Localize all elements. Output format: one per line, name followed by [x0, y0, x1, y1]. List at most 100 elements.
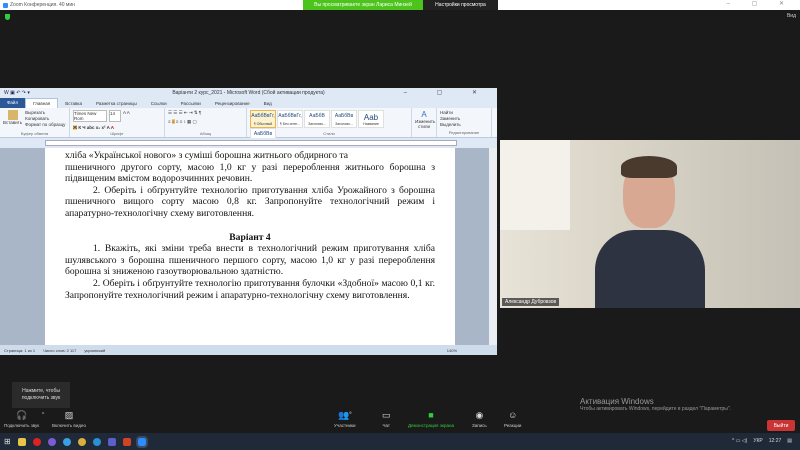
list-buttons[interactable]: ☰ ☰ ☰ ⇤ ⇥ ⇅ ¶ — [168, 110, 243, 116]
audio-tooltip: Нажмите, чтобы подключить звук — [12, 382, 70, 408]
system-tray[interactable]: ^ ▭ ◁) УКР 12:27 ▤ — [732, 438, 792, 444]
view-button[interactable]: Вид — [787, 13, 796, 19]
change-styles-icon: A — [421, 110, 427, 119]
window-background — [500, 140, 570, 230]
opera-icon[interactable] — [32, 437, 41, 446]
ribbon: Вставить Вырезать Копировать Формат по обр… — [0, 108, 497, 146]
doc-paragraph: 2. Оберіть і обґрунтуйте технологію приг… — [65, 277, 435, 301]
align-buttons[interactable]: ≡ ≡ ≡ ≡ ↕ ▦ ▢ — [168, 119, 243, 125]
language-indicator[interactable]: УКР — [753, 438, 762, 444]
video-off-icon: ▨ — [64, 410, 74, 420]
participants-button[interactable]: 👥9 Участники — [334, 410, 356, 428]
group-label: Буфер обмена — [20, 131, 49, 136]
tab-page-layout[interactable]: Разметка страницы — [89, 101, 144, 106]
reactions-icon: ☺ — [508, 410, 518, 420]
share-screen-icon: ■ — [428, 410, 434, 420]
paste-button[interactable]: Вставить — [3, 110, 22, 128]
group-label: Редактирование — [448, 130, 480, 135]
chat-button[interactable]: ▭ Чат — [382, 410, 391, 428]
format-painter-button[interactable]: Формат по образцу — [25, 122, 65, 128]
powerpoint-icon[interactable] — [122, 437, 131, 446]
tab-mailings[interactable]: Рассылки — [174, 101, 208, 106]
page-count: Страница: 1 из 1 — [4, 347, 36, 353]
word-title: Варіанти 2 курс_2021 - Microsoft Word (С… — [172, 90, 325, 96]
clock[interactable]: 12:27 — [769, 438, 782, 444]
doc-paragraph: 2. Оберіть і обґрунтуйте технологію приг… — [65, 184, 435, 219]
tab-insert[interactable]: Вставка — [58, 101, 89, 106]
clipboard-group: Вставить Вырезать Копировать Формат по обр… — [0, 108, 70, 137]
doc-heading: Варіант 4 — [229, 231, 271, 243]
doc-line: хліба «Української нового» з сумішi боро… — [65, 150, 349, 161]
grow-font-icon[interactable]: A A — [123, 110, 130, 122]
teams-icon[interactable] — [107, 437, 116, 446]
word-count[interactable]: Число слов: 2 117 — [43, 348, 76, 353]
leave-button[interactable]: Выйти — [767, 420, 795, 431]
zoom-logo-icon — [3, 2, 8, 8]
sharing-banner: Вы просматриваете экран Лариса Минзей — [303, 0, 423, 10]
notifications-icon[interactable]: ▤ — [787, 438, 792, 444]
security-shield-icon[interactable] — [5, 14, 10, 20]
shared-word-window: W ▣ ↶ ↷ ▾ Варіанти 2 курс_2021 - Microsof… — [0, 88, 497, 355]
tab-view[interactable]: Вид — [257, 101, 279, 106]
editing-group: Найти Заменить Выделить Редактирование — [437, 108, 492, 137]
audio-options-caret[interactable]: ^ — [42, 412, 44, 418]
window-controls[interactable]: – ▢ ✕ — [727, 0, 794, 7]
windows-taskbar: ⊞ ^ ▭ ◁) УКР 12:27 ▤ — [0, 433, 800, 450]
styles-group: АаБбВвГг, ¶ Обычный АаБбВвГг, ¶ Без инте...… — [247, 108, 412, 146]
view-options-button[interactable]: Настройки просмотра — [423, 0, 498, 10]
group-label: Абзац — [199, 131, 212, 136]
font-name-select[interactable]: Times New Rom — [73, 110, 107, 122]
tab-review[interactable]: Рецензирование — [208, 101, 257, 106]
zoom-taskbar-icon[interactable] — [135, 435, 148, 448]
language[interactable]: украинский — [84, 348, 105, 353]
participant-video[interactable]: Александр Дубровзов — [500, 140, 800, 308]
select-button[interactable]: Выделить — [440, 122, 488, 128]
window-title: Zoom Конференция. 40 мин — [10, 2, 75, 8]
chat-icon: ▭ — [382, 410, 391, 420]
paste-icon — [7, 110, 18, 120]
paragraph-group: ☰ ☰ ☰ ⇤ ⇥ ⇅ ¶ ≡ ≡ ≡ ≡ ↕ ▦ ▢ Абзац — [165, 108, 247, 137]
change-styles-button[interactable]: A Изменить стили — [412, 108, 437, 137]
quick-access-toolbar[interactable]: W ▣ ↶ ↷ ▾ — [4, 90, 30, 96]
edge-icon[interactable] — [92, 437, 101, 446]
viber-icon[interactable] — [47, 437, 56, 446]
share-screen-button[interactable]: ■ Демонстрация экрана — [408, 410, 454, 428]
style-heading1[interactable]: АаБбВ Заголово... — [304, 110, 330, 128]
font-size-select[interactable]: 14 — [109, 110, 121, 122]
style-heading2[interactable]: АаБбВв Заголово... — [331, 110, 357, 128]
document-page[interactable]: хліба «Української нового» з сумішi боро… — [45, 148, 455, 345]
style-title[interactable]: Aab Название — [358, 110, 384, 128]
join-audio-button[interactable]: 🎧 Подключить звук — [4, 410, 39, 428]
record-button[interactable]: ◉ Запись — [472, 410, 487, 428]
font-group: Times New Rom 14 A A Ж К Ч abc x₂ x² A A Ш… — [70, 108, 165, 137]
doc-paragraph: пшеничного другого сорту, масою 1,0 кг у… — [65, 161, 435, 185]
participants-icon: 👥9 — [338, 410, 352, 420]
participant-image — [595, 156, 705, 308]
tab-home[interactable]: Главная — [25, 98, 59, 108]
tab-references[interactable]: Ссылки — [144, 101, 174, 106]
file-explorer-icon[interactable] — [17, 437, 26, 446]
headphones-icon: 🎧 — [16, 410, 28, 420]
tab-file[interactable]: Файл — [0, 98, 26, 108]
reactions-button[interactable]: ☺ Реакции — [504, 410, 521, 428]
chrome-icon[interactable] — [77, 437, 86, 446]
windows-activation-watermark: Активация Windows Чтобы активировать Wind… — [580, 397, 732, 412]
vertical-scrollbar[interactable] — [489, 148, 497, 345]
record-icon: ◉ — [475, 410, 484, 420]
group-label: Шрифт — [110, 131, 124, 136]
group-label: Стили — [323, 131, 335, 136]
word-window-controls[interactable]: – ▢ ✕ — [404, 89, 491, 96]
zoom-level[interactable]: 140% — [447, 348, 457, 353]
participant-name: Александр Дубровзов — [502, 298, 560, 306]
telegram-icon[interactable] — [62, 437, 71, 446]
document-area: хліба «Української нового» з сумішi боро… — [0, 148, 497, 345]
ruler[interactable] — [0, 138, 497, 148]
start-video-button[interactable]: ▨ Включить видео — [52, 410, 86, 428]
doc-paragraph: 1. Вкажіть, які зміни треба внести в тех… — [65, 243, 435, 278]
style-no-spacing[interactable]: АаБбВвГг, ¶ Без инте... — [277, 110, 303, 128]
style-normal[interactable]: АаБбВвГг, ¶ Обычный — [250, 110, 276, 128]
font-format-buttons[interactable]: Ж К Ч abc x₂ x² A A — [73, 125, 161, 130]
start-icon[interactable]: ⊞ — [4, 437, 11, 446]
status-bar: Страница: 1 из 1 Число слов: 2 117 украи… — [0, 345, 497, 355]
word-title-bar: W ▣ ↶ ↷ ▾ Варіанти 2 курс_2021 - Microsof… — [0, 88, 497, 98]
